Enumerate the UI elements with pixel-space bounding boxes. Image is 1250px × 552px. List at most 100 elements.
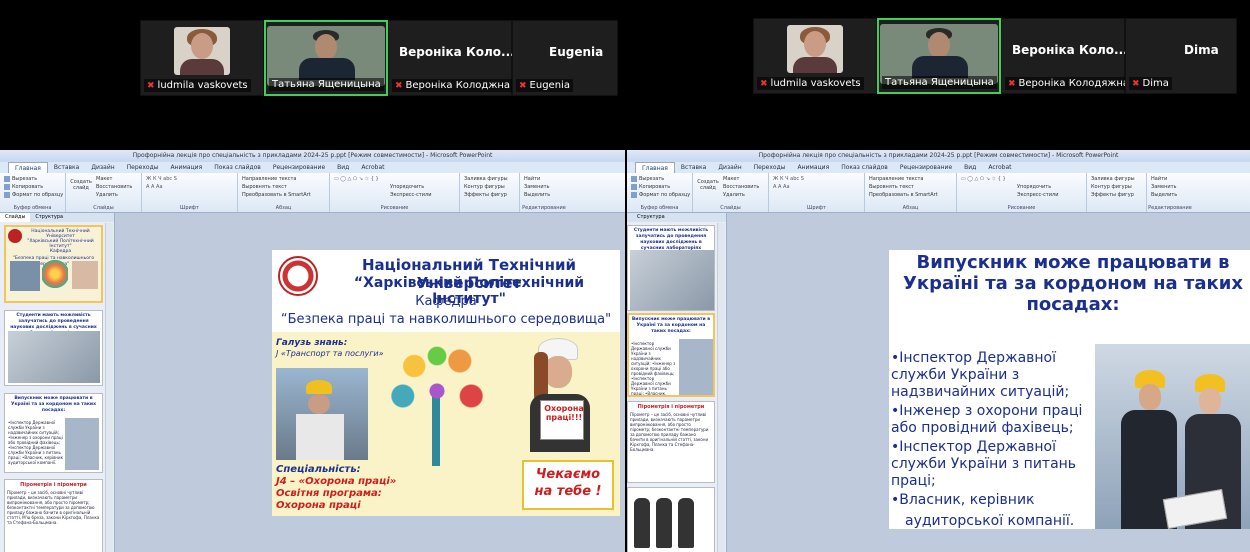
slide-thumbnail[interactable]: Пірометрія і пірометри Пірометр – це зас…	[4, 479, 103, 552]
shape-fill-button[interactable]: Заливка фигуры	[1091, 175, 1142, 183]
muted-mic-icon: ✖	[1132, 79, 1140, 89]
copy-button[interactable]: Копировать	[631, 183, 688, 191]
find-button[interactable]: Найти	[1151, 175, 1189, 183]
slide-thumbnail[interactable]: Студенти мають можливість залучатись до …	[4, 310, 103, 386]
find-button[interactable]: Найти	[524, 175, 564, 183]
slide-thumbnail[interactable]: Студенти мають можливість залучатись до …	[627, 225, 715, 311]
tab-insert[interactable]: Вставка	[48, 162, 85, 173]
tab-view[interactable]: Вид	[331, 162, 355, 173]
tab-outline[interactable]: Структура	[30, 213, 68, 222]
align-text-button[interactable]: Выровнять текст	[242, 183, 325, 191]
participant-name: Вероніка Колоджна	[405, 80, 511, 91]
new-slide-button[interactable]: Создать слайд	[697, 179, 719, 191]
arrange-button[interactable]: Упорядочить	[334, 183, 455, 191]
tab-slideshow[interactable]: Показ слайдов	[208, 162, 267, 173]
tab-review[interactable]: Рецензирование	[894, 162, 958, 173]
tab-home[interactable]: Главная	[635, 162, 675, 173]
participant-photo	[787, 25, 843, 73]
slides-panel: Слайды Структура Національний Технічний …	[0, 213, 115, 552]
tab-design[interactable]: Дизайн	[85, 162, 120, 173]
tab-slides[interactable]: Слайды	[0, 213, 31, 222]
muted-mic-icon: ✖	[1008, 79, 1016, 89]
tab-design[interactable]: Дизайн	[712, 162, 747, 173]
tab-view[interactable]: Вид	[958, 162, 982, 173]
slide-thumbnail[interactable]: Національний Технічний Університет "Харк…	[4, 225, 103, 303]
participant-tile-active[interactable]: Татьяна Ященицына	[877, 18, 1001, 94]
shape-outline-button[interactable]: Контур фигуры	[1091, 183, 1142, 191]
participant-tile[interactable]: Dima ✖ Dima	[1125, 18, 1237, 94]
cut-button[interactable]: Вырезать	[631, 175, 688, 183]
slide-thumbnail[interactable]: Пірометрія і пірометри Пірометр – це зас…	[627, 401, 715, 483]
text-direction-button[interactable]: Направление текста	[242, 175, 325, 183]
tab-animation[interactable]: Анимация	[164, 162, 208, 173]
tab-outline[interactable]: Структура	[627, 213, 670, 222]
participant-tile[interactable]: Eugenia ✖ Eugenia	[512, 20, 618, 96]
select-button[interactable]: Выделить	[1151, 191, 1189, 199]
quick-styles-button[interactable]: Экспресс-стили	[961, 191, 1082, 199]
shape-fill-button[interactable]: Заливка фигуры	[464, 175, 515, 183]
participant-tile-active[interactable]: Татьяна Ященицына	[264, 20, 388, 96]
smartart-button[interactable]: Преобразовать в SmartArt	[242, 191, 325, 199]
shape-effects-button[interactable]: Эффекты фигур	[464, 191, 515, 199]
drawing-group: ▭ ◯ △ ⬠ ↘ ☆ { } Упорядочить Экспресс-сти…	[330, 173, 460, 212]
tab-acrobat[interactable]: Acrobat	[355, 162, 390, 173]
left-screen: ✖ ludmila vaskovets Татьяна Ященицына Вер…	[0, 0, 625, 552]
tab-home[interactable]: Главная	[8, 162, 48, 173]
delete-button[interactable]: Удалить	[70, 191, 137, 199]
text-direction-button[interactable]: Направление текста	[869, 175, 952, 183]
tab-acrobat[interactable]: Acrobat	[982, 162, 1017, 173]
tab-transitions[interactable]: Переходы	[748, 162, 792, 173]
participant-tile[interactable]: ✖ ludmila vaskovets	[753, 18, 877, 94]
slide-thumbnail[interactable]: Випускник може працювати в Україні та за…	[627, 313, 715, 397]
align-text-button[interactable]: Выровнять текст	[869, 183, 952, 191]
ribbon-tabs: Главная Вставка Дизайн Переходы Анимация…	[627, 162, 1250, 173]
font-group: Ж К Ч abc S A A Aa Шрифт	[142, 173, 238, 212]
participant-name: Вероніка Колодяжна	[1018, 78, 1130, 89]
participant-tile[interactable]: Вероніка Коло... ✖ Вероніка Колодяжна	[1001, 18, 1133, 94]
scissors-icon	[4, 175, 10, 182]
format-painter-button[interactable]: Формат по образцу	[4, 191, 63, 199]
participant-photo	[174, 27, 230, 75]
tab-review[interactable]: Рецензирование	[267, 162, 331, 173]
participant-tile[interactable]: ✖ ludmila vaskovets	[140, 20, 264, 96]
participant-tile[interactable]: Вероніка Коло... ✖ Вероніка Колоджна	[388, 20, 515, 96]
smartart-button[interactable]: Преобразовать в SmartArt	[869, 191, 952, 199]
participant-display-name: Вероніка Коло...	[399, 45, 515, 59]
cut-button[interactable]: Вырезать	[4, 175, 61, 183]
panel-scrollbar[interactable]	[717, 223, 725, 552]
copy-icon	[4, 183, 10, 190]
editing-group: Найти Заменить Выделить Редактирование	[522, 175, 566, 211]
shape-effects-button[interactable]: Эффекты фигур	[1091, 191, 1142, 199]
tab-slideshow[interactable]: Показ слайдов	[835, 162, 894, 173]
copy-button[interactable]: Копировать	[4, 183, 61, 191]
new-slide-button[interactable]: Создать слайд	[70, 179, 92, 191]
participant-name: Татьяна Ященицына	[272, 79, 381, 90]
arrange-button[interactable]: Упорядочить	[961, 183, 1082, 191]
muted-mic-icon: ✖	[760, 79, 768, 89]
tab-insert[interactable]: Вставка	[675, 162, 712, 173]
quick-styles-button[interactable]: Экспресс-стили	[334, 191, 455, 199]
list-item: •Інженер з охорони праці або провідний ф…	[891, 403, 1083, 436]
list-item: •Інспектор Державної служби України з пи…	[891, 439, 1077, 489]
delete-button[interactable]: Удалить	[697, 191, 764, 199]
select-button[interactable]: Выделить	[524, 191, 564, 199]
muted-mic-icon: ✖	[519, 81, 527, 91]
tab-animation[interactable]: Анимация	[791, 162, 835, 173]
positions-list: •Інспектор Державної служби України з на…	[891, 350, 1097, 529]
format-painter-button[interactable]: Формат по образцу	[631, 191, 690, 199]
slide-thumbnail[interactable]: Випускник може працювати в Україні та за…	[4, 393, 103, 473]
scissors-icon	[631, 175, 637, 182]
replace-button[interactable]: Заменить	[1151, 183, 1189, 191]
list-item: •Інспектор Державної служби України з на…	[891, 350, 1070, 400]
panel-scrollbar[interactable]	[105, 223, 113, 552]
pyrometer-image	[656, 498, 672, 548]
slide-thumbnail[interactable]	[627, 487, 715, 552]
replace-button[interactable]: Заменить	[524, 183, 564, 191]
participant-name: Татьяна Ященицына	[885, 77, 994, 88]
participant-name: ludmila vaskovets	[157, 80, 248, 91]
muted-mic-icon: ✖	[147, 81, 155, 91]
participant-display-name: Вероніка Коло...	[1012, 43, 1128, 57]
shape-outline-button[interactable]: Контур фигуры	[464, 183, 515, 191]
tab-transitions[interactable]: Переходы	[121, 162, 165, 173]
clipboard-group: Вырезать Копировать Формат по образцу Бу…	[0, 173, 66, 212]
